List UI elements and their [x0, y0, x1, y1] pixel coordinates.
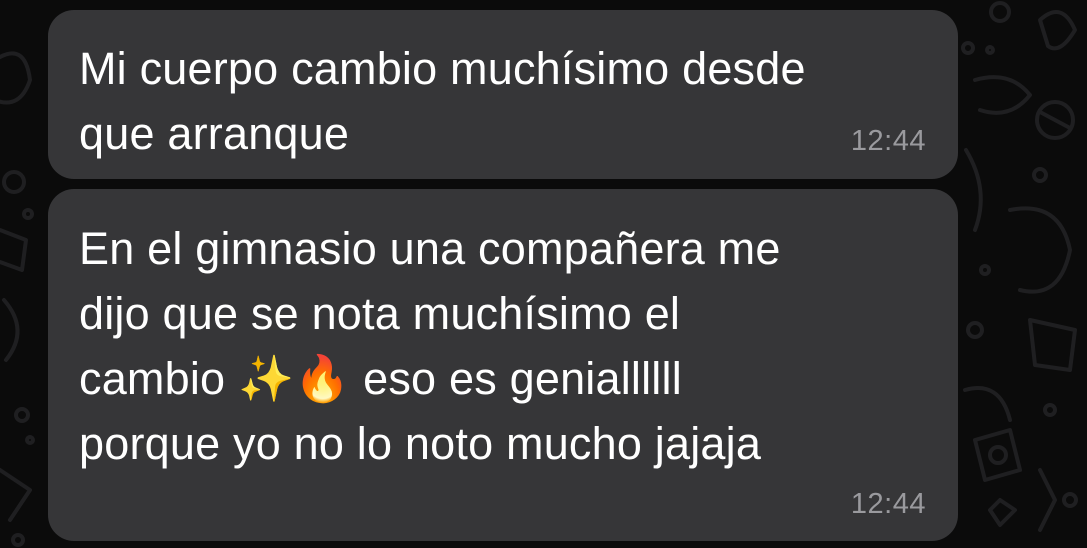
message-text: Mi cuerpo cambio muchísimo desde que arr… [79, 43, 806, 159]
message-bubble[interactable]: En el gimnasio una compañera me dijo que… [48, 189, 958, 541]
message-text: En el gimnasio una compañera me dijo que… [79, 223, 781, 469]
message-timestamp: 12:44 [850, 488, 926, 520]
message-bubble[interactable]: Mi cuerpo cambio muchísimo desde que arr… [48, 10, 958, 179]
message-timestamp: 12:44 [850, 125, 926, 157]
